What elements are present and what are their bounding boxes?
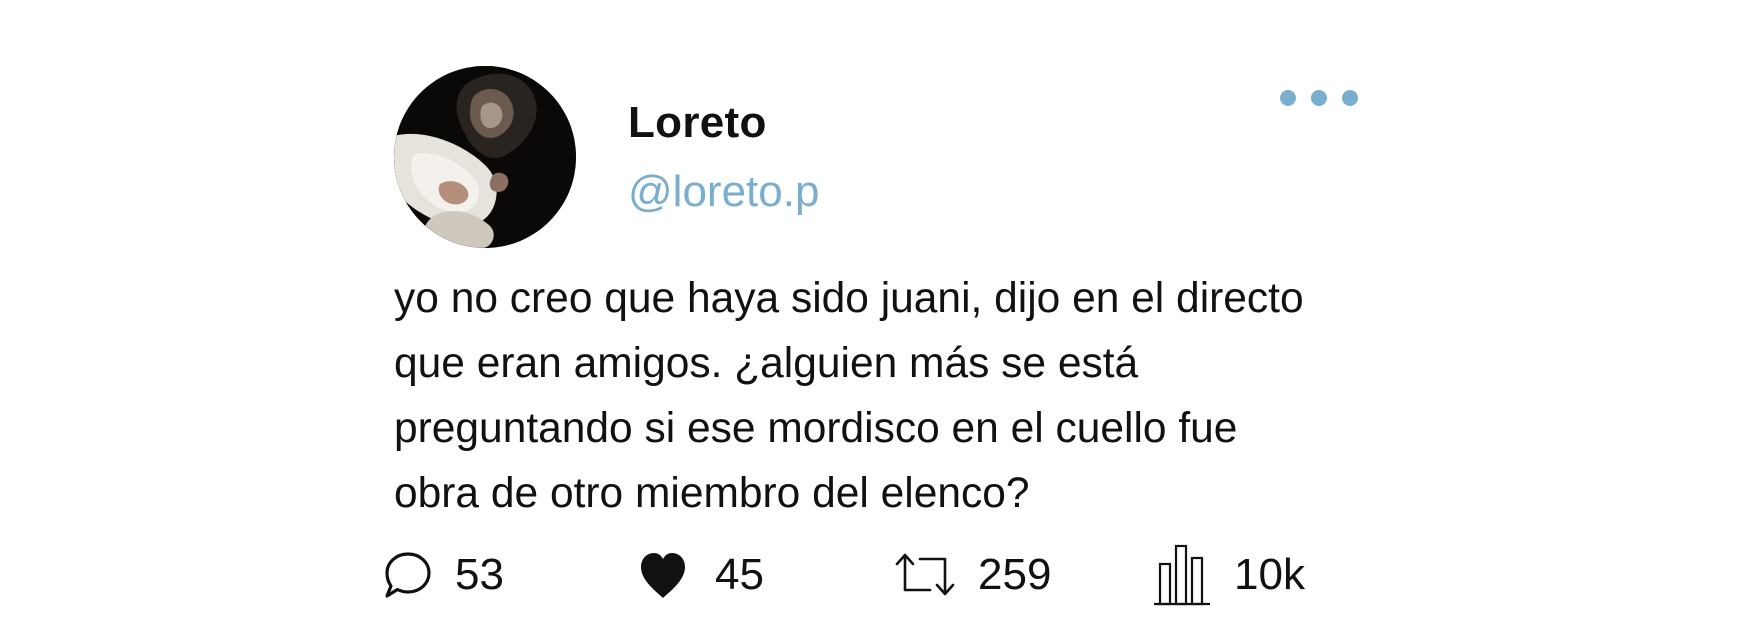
repost-arrows-icon xyxy=(894,550,956,600)
user-handle[interactable]: @loreto.p xyxy=(628,164,819,220)
bar-chart-icon xyxy=(1152,542,1212,608)
like-count: 45 xyxy=(715,550,764,599)
avatar[interactable] xyxy=(394,66,576,248)
tweet-text: yo no creo que haya sido juani, dijo en … xyxy=(394,275,1304,517)
more-horizontal-icon xyxy=(1280,90,1358,106)
views-button[interactable]: 10k xyxy=(1152,540,1305,610)
reply-count: 53 xyxy=(455,550,504,599)
avatar-photo xyxy=(394,66,576,248)
repost-button[interactable]: 259 xyxy=(894,540,1051,610)
speech-bubble-icon xyxy=(383,550,433,600)
action-bar: 53 45 259 10k xyxy=(0,540,1748,610)
views-count: 10k xyxy=(1234,550,1305,599)
like-button[interactable]: 45 xyxy=(637,540,764,610)
reply-button[interactable]: 53 xyxy=(383,540,504,610)
display-name[interactable]: Loreto xyxy=(628,95,767,151)
more-options-button[interactable] xyxy=(1274,80,1364,116)
heart-icon xyxy=(637,549,689,601)
repost-count: 259 xyxy=(978,550,1052,599)
